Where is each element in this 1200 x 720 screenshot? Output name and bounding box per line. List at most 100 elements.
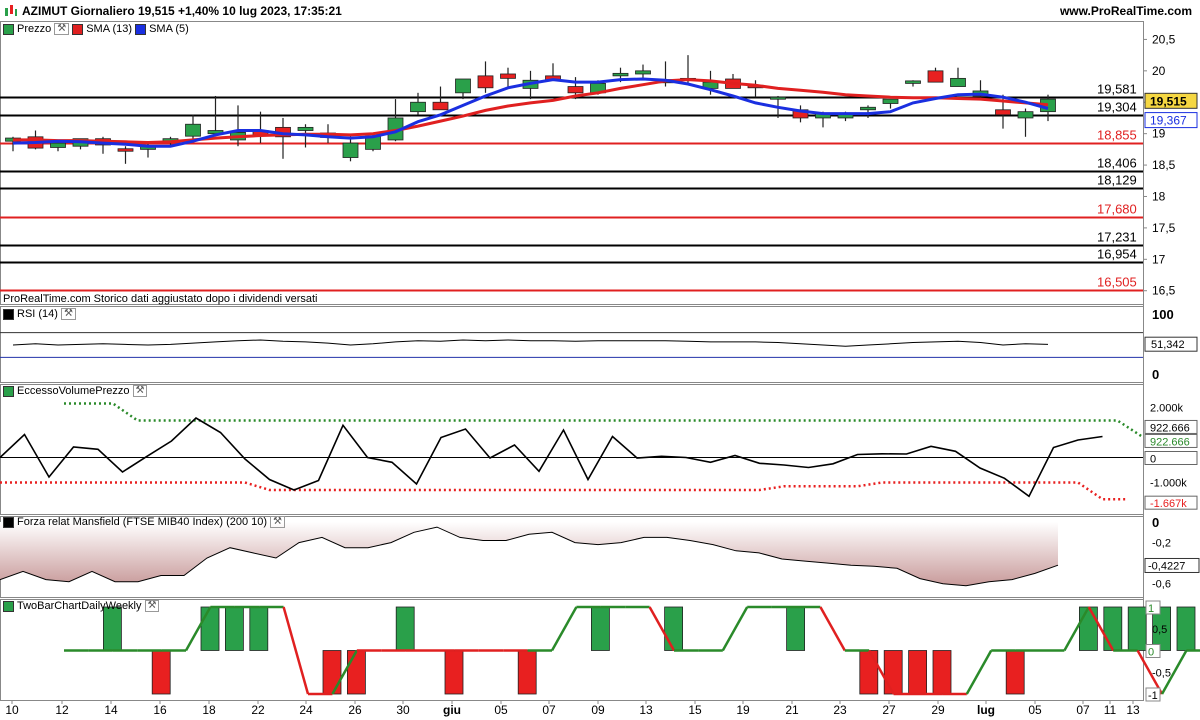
mansfield-y-tick-label: -0,2 <box>1152 538 1171 550</box>
x-tick-label: 09 <box>591 703 605 717</box>
panel-frame-volume <box>0 384 1144 515</box>
candle-body <box>297 126 314 131</box>
twobar-up-bar <box>664 606 683 651</box>
twobar-down-bar <box>859 650 879 695</box>
twobar-down-bar <box>908 650 927 695</box>
twobar-legend-swatch <box>3 600 14 612</box>
twobar-up-bar <box>395 606 415 651</box>
legend-twobar: TwoBarChartDailyWeekly <box>17 600 142 612</box>
twobar-down-bar <box>1005 650 1025 695</box>
volume-tag: 922.666 <box>1150 436 1190 448</box>
legend-mansfield: Forza relat Mansfield (FTSE MIB40 Index)… <box>17 516 268 528</box>
twobar-up-bar <box>1176 606 1196 651</box>
mansfield-legend-swatch <box>3 516 14 528</box>
x-tick-label: 29 <box>931 703 945 717</box>
twobar-up-bar <box>1079 606 1098 651</box>
candle-body <box>860 106 876 111</box>
x-tick-label: 07 <box>1076 703 1090 717</box>
twobar-up-bar <box>103 606 122 651</box>
sma5-legend-swatch <box>135 23 147 35</box>
volume-legend-swatch <box>3 385 14 397</box>
candle-body <box>410 101 426 113</box>
mansfield-value-tag: -0,4227 <box>1148 560 1185 572</box>
wrench-icon[interactable]: ⚒ <box>60 308 76 320</box>
candle-body <box>50 142 66 148</box>
twobar-line-segment <box>965 649 993 695</box>
mansfield-legend: Forza relat Mansfield (FTSE MIB40 Index)… <box>3 516 286 528</box>
legend-sma5: SMA (5) <box>149 23 189 35</box>
x-tick-label: 12 <box>55 703 69 717</box>
candle-body <box>432 101 449 111</box>
candle-body <box>1017 111 1034 119</box>
twobar-down-bar <box>322 650 342 695</box>
chart-canvas[interactable]: 19,581 19,304 18,855 18,406 18,129 17,680 17,2… <box>0 0 1200 720</box>
volume-tag: 922.666 <box>1150 422 1190 434</box>
level-label-4: 18,129 <box>1097 173 1137 188</box>
price-y-tick-label: 20 <box>1152 64 1166 78</box>
price-y-tick-label: 17,5 <box>1152 221 1176 235</box>
twobar-y-tick-label: -0,5 <box>1152 667 1171 679</box>
mansfield-y-tick-label: -0,6 <box>1152 579 1171 591</box>
x-tick-label: 19 <box>736 703 750 717</box>
rsi-y-tick-label: 0 <box>1152 367 1159 382</box>
volume-tag: -1.667k <box>1150 498 1187 510</box>
wrench-icon[interactable]: ⚒ <box>54 23 70 35</box>
rsi-legend: RSI (14) ⚒ <box>3 308 76 320</box>
twobar-down-bar <box>151 650 171 695</box>
candle-body <box>117 148 134 152</box>
x-tick-label: 13 <box>1126 703 1140 717</box>
wrench-icon[interactable]: ⚒ <box>132 385 148 397</box>
twobar-y-tick-label: 0,5 <box>1152 624 1167 636</box>
price-y-tick-label: 19 <box>1152 127 1166 141</box>
volume-y-tick-label: 2.000k <box>1150 403 1184 415</box>
level-label-0: 19,581 <box>1097 82 1137 97</box>
x-tick-label: lug <box>977 703 995 717</box>
level-label-1: 19,304 <box>1097 100 1137 115</box>
candle-body <box>185 123 201 137</box>
x-tick-label: 30 <box>396 703 410 717</box>
price-y-tick-label: 18,5 <box>1152 158 1176 172</box>
candle-body <box>770 96 786 100</box>
twobar-down-bar <box>932 650 952 695</box>
candle-body <box>342 142 359 158</box>
price-y-tick-label: 17 <box>1152 252 1166 266</box>
volume-legend: EccessoVolumePrezzo ⚒ <box>3 385 148 397</box>
level-label-7: 16,954 <box>1097 247 1137 262</box>
volume-y-tick-label: -1.000k <box>1150 478 1187 490</box>
x-tick-label: 24 <box>299 703 313 717</box>
candle-body <box>567 86 584 94</box>
price-y-tick-label: 16,5 <box>1152 284 1176 298</box>
rsi-y-tick-label: 100 <box>1152 307 1174 322</box>
twobar-legend: TwoBarChartDailyWeekly ⚒ <box>3 600 160 612</box>
wrench-icon[interactable]: ⚒ <box>270 516 286 528</box>
price-y-tick-label: 20,5 <box>1152 32 1176 46</box>
candle-body <box>612 72 629 77</box>
candle-body <box>477 75 494 89</box>
level-label-6: 17,231 <box>1097 230 1137 245</box>
volume-upper-band <box>64 402 1143 438</box>
mansfield-y-tick-label: 0 <box>1152 515 1159 530</box>
twobar-line-segment <box>282 606 310 695</box>
candle-body <box>635 70 651 75</box>
twobar-up-bar <box>249 606 269 651</box>
x-tick-label: 18 <box>202 703 216 717</box>
twobar-down-bar <box>444 650 464 695</box>
twobar-up-bar <box>786 606 805 651</box>
data-footnote: ProRealTime.com Storico dati aggiustato … <box>3 293 318 305</box>
x-tick-label: 13 <box>639 703 653 717</box>
twobar-line-segment <box>819 606 846 652</box>
candle-body <box>995 109 1011 116</box>
candle-body <box>905 80 921 84</box>
twobar-tag: 1 <box>1148 603 1154 615</box>
candle-body <box>927 70 944 83</box>
wrench-icon[interactable]: ⚒ <box>144 600 160 612</box>
twobar-down-bar <box>883 650 903 695</box>
twobar-line-segment <box>721 606 749 652</box>
twobar-up-bar <box>224 606 244 651</box>
x-tick-label: 14 <box>104 703 118 717</box>
price-legend: Prezzo ⚒ SMA (13) SMA (5) <box>3 23 189 35</box>
level-label-8: 16,505 <box>1097 275 1137 290</box>
legend-volume: EccessoVolumePrezzo <box>17 385 130 397</box>
rsi-line <box>12 339 1049 347</box>
x-tick-label: 15 <box>688 703 702 717</box>
